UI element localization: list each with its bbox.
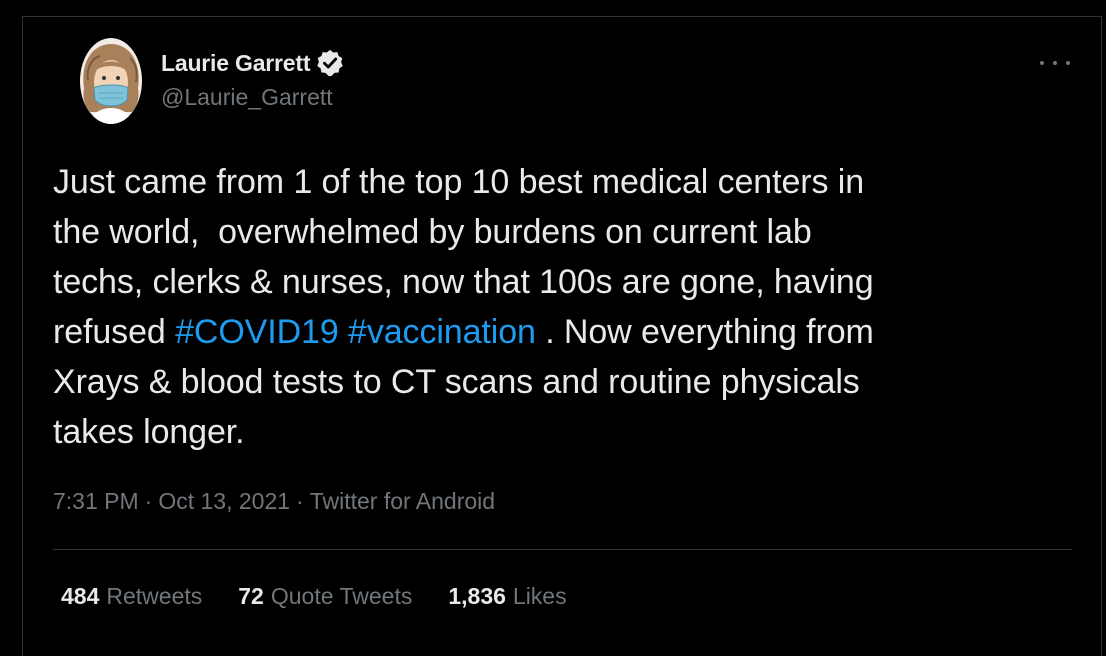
retweets-count: 484 — [61, 583, 100, 609]
likes-stat-link[interactable]: 1,836 Likes — [448, 583, 566, 610]
quote-tweets-stat-link[interactable]: 72 Quote Tweets — [238, 583, 412, 610]
tweet-date-link[interactable]: Oct 13, 2021 — [158, 488, 290, 515]
likes-label: Likes — [512, 583, 567, 609]
hashtag-vaccination-link[interactable]: #vaccination — [348, 313, 536, 351]
more-options-icon[interactable] — [1040, 52, 1070, 74]
more-dot — [1053, 61, 1057, 65]
author-avatar[interactable] — [80, 38, 142, 124]
more-dot — [1040, 61, 1044, 65]
quote-tweets-label: Quote Tweets — [270, 583, 413, 609]
stats-divider — [53, 549, 1072, 550]
retweets-label: Retweets — [106, 583, 203, 609]
verified-badge-icon — [315, 48, 345, 78]
retweets-stat-link[interactable]: 484 Retweets — [61, 583, 202, 610]
author-handle[interactable]: @Laurie_Garrett — [161, 84, 333, 111]
meta-separator: · — [144, 488, 153, 514]
engagement-stats: 484 Retweets 72 Quote Tweets 1,836 Likes — [61, 583, 603, 610]
likes-count: 1,836 — [448, 583, 506, 609]
tweet-timestamp-link[interactable]: 7:31 PM — [53, 488, 139, 515]
hashtag-covid19-link[interactable]: #COVID19 — [175, 313, 339, 351]
meta-separator: · — [296, 488, 304, 514]
quote-tweets-count: 72 — [238, 583, 264, 609]
avatar-image — [80, 38, 142, 124]
tweet-metadata: 7:31 PM · Oct 13, 2021 · Twitter for And… — [53, 488, 495, 515]
tweet-source-link[interactable]: Twitter for Android — [310, 488, 495, 515]
more-dot — [1066, 61, 1070, 65]
tweet-text: Just came from 1 of the top 10 best medi… — [53, 157, 1088, 457]
author-name[interactable]: Laurie Garrett — [161, 50, 311, 77]
author-name-row: Laurie Garrett — [161, 48, 345, 78]
tweet-text-segment — [339, 313, 348, 351]
